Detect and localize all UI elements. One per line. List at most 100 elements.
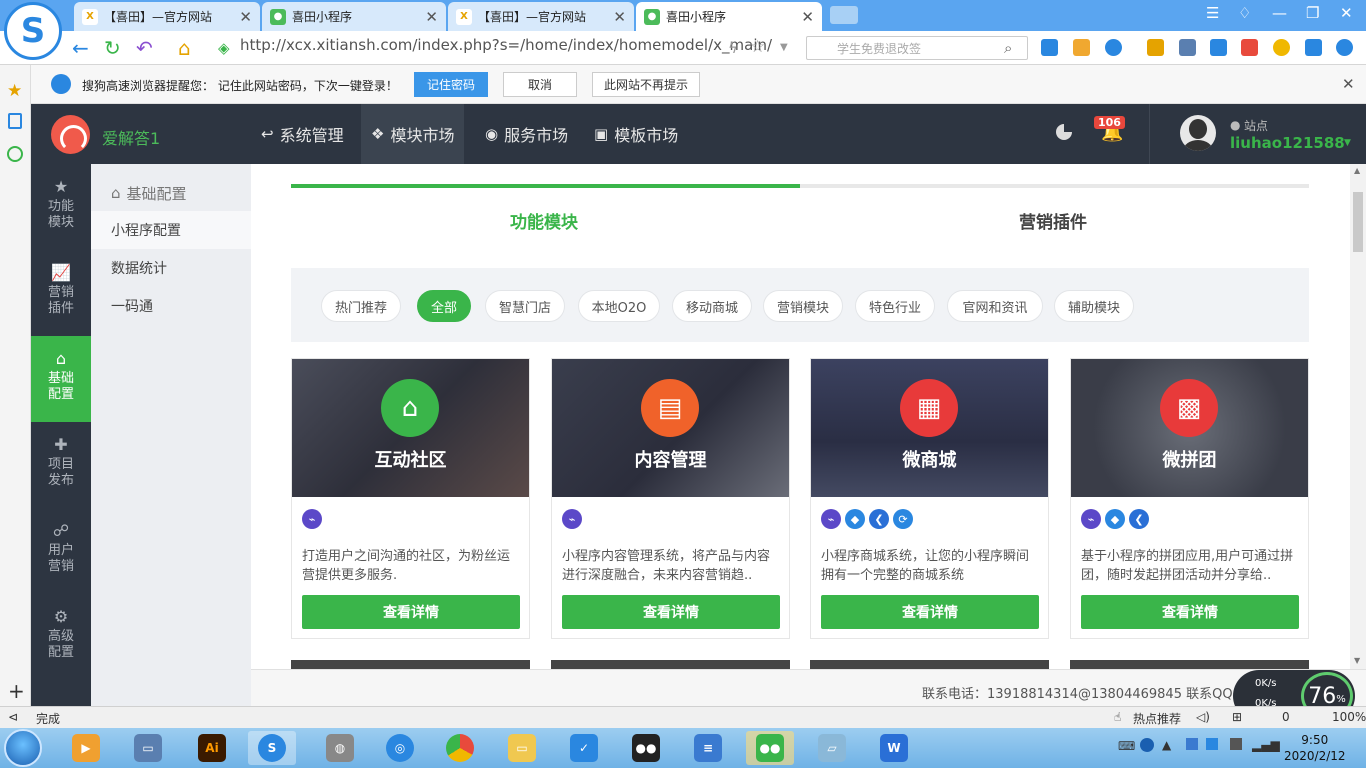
taskbar-app[interactable]: ◍	[316, 731, 364, 765]
taskbar-qq-browser[interactable]: ◎	[376, 731, 424, 765]
close-tab-icon[interactable]: ✕	[425, 8, 438, 26]
scroll-down-icon[interactable]: ▼	[1354, 656, 1360, 665]
home-icon[interactable]: ⌂	[178, 36, 191, 60]
search-input[interactable]: 学生免费退改签	[806, 36, 1028, 60]
filter-marketing[interactable]: 营销模块	[763, 290, 843, 322]
network-signal-icon[interactable]: ▂▄▆	[1252, 738, 1280, 752]
tray-app-icon[interactable]	[1186, 738, 1198, 750]
view-details-button[interactable]: 查看详情	[821, 595, 1039, 629]
back-icon[interactable]: ←	[72, 36, 89, 60]
download-icon[interactable]	[1305, 39, 1322, 56]
submenu-item-miniprogram-config[interactable]: 小程序配置	[91, 211, 251, 249]
taskbar-illustrator[interactable]: Ai	[188, 731, 236, 765]
tray-app-icon[interactable]	[1206, 738, 1218, 750]
browser-tab[interactable]: ● 喜田小程序 ✕	[262, 2, 446, 31]
taskbar-security[interactable]: ✓	[560, 731, 608, 765]
cancel-button[interactable]: 取消	[503, 72, 577, 97]
close-window-icon[interactable]: ✕	[1340, 4, 1353, 22]
leftnav-function-modules[interactable]: ★ 功能模块	[31, 164, 91, 250]
taskbar-video[interactable]: ●●	[622, 731, 670, 765]
tray-arrow-icon[interactable]: ▲	[1162, 738, 1171, 752]
weibo-icon[interactable]	[1241, 39, 1258, 56]
tab-marketing-plugins[interactable]: 营销插件	[1019, 208, 1087, 233]
browser-tab-active[interactable]: ● 喜田小程序 ✕	[636, 2, 822, 31]
filter-auxiliary[interactable]: 辅助模块	[1054, 290, 1134, 322]
panel-toggle-icon[interactable]: ⊲	[8, 710, 18, 724]
filter-hot[interactable]: 热门推荐	[321, 290, 401, 322]
hot-topics-link[interactable]: 热点推荐	[1133, 710, 1181, 727]
keyboard-icon[interactable]: ⌨	[1118, 739, 1135, 753]
taskbar-wechat[interactable]: ●●	[746, 731, 794, 765]
start-button[interactable]	[4, 729, 42, 767]
translate-icon[interactable]	[1041, 39, 1058, 56]
view-details-button[interactable]: 查看详情	[562, 595, 780, 629]
key-icon[interactable]	[1147, 39, 1164, 56]
skin-icon[interactable]: ♢	[1238, 4, 1251, 22]
filter-special-industry[interactable]: 特色行业	[855, 290, 935, 322]
leftnav-project-publish[interactable]: ✚ 项目发布	[31, 422, 91, 508]
topnav-template-market[interactable]: ▣ 模板市场	[584, 104, 688, 164]
undo-icon[interactable]: ↶	[136, 36, 153, 60]
tray-app-icon[interactable]	[1230, 738, 1242, 750]
submenu-item-statistics[interactable]: 数据统计	[91, 249, 251, 287]
view-details-button[interactable]: 查看详情	[302, 595, 520, 629]
browser-tab[interactable]: X 【喜田】—官方网站 ✕	[74, 2, 260, 31]
pie-chart-icon[interactable]	[1056, 124, 1072, 140]
leftnav-advanced-config[interactable]: ⚙ 高级配置	[31, 594, 91, 680]
never-prompt-button[interactable]: 此网站不再提示	[592, 72, 700, 97]
tab-function-modules[interactable]: 功能模块	[510, 208, 578, 233]
emoji-icon[interactable]	[1273, 39, 1290, 56]
taskbar-explorer[interactable]: ▭	[498, 731, 546, 765]
system-clock[interactable]: 9:50 2020/2/12	[1284, 732, 1346, 764]
history-clock-icon[interactable]	[7, 146, 23, 162]
power-icon[interactable]	[1336, 39, 1353, 56]
leftnav-basic-config[interactable]: ⌂ 基础配置	[31, 336, 91, 422]
filter-all[interactable]: 全部	[417, 290, 471, 322]
filter-website-news[interactable]: 官网和资讯	[947, 290, 1043, 322]
download-tray-icon[interactable]: ⊞	[1232, 710, 1242, 724]
lightning-icon[interactable]: ϟ	[728, 39, 738, 57]
new-tab-button[interactable]	[830, 6, 858, 24]
leftnav-user-marketing[interactable]: ☍ 用户营销	[31, 508, 91, 594]
filter-smart-store[interactable]: 智慧门店	[485, 290, 565, 322]
close-tab-icon[interactable]: ✕	[239, 8, 252, 26]
help-icon[interactable]	[1140, 738, 1154, 752]
notes-icon[interactable]	[8, 113, 22, 129]
taskbar-chrome[interactable]	[436, 731, 484, 765]
url-field[interactable]: http://xcx.xitiansh.com/index.php?s=/hom…	[240, 36, 772, 54]
view-details-button[interactable]: 查看详情	[1081, 595, 1299, 629]
content-scrollbar[interactable]: ▲ ▼	[1350, 164, 1366, 669]
scroll-thumb[interactable]	[1353, 192, 1363, 252]
taskbar-wps[interactable]: W	[870, 731, 918, 765]
minimize-icon[interactable]: —	[1272, 4, 1287, 22]
refresh-icon[interactable]: ↻	[104, 36, 121, 60]
taskbar-news[interactable]: ≡	[684, 731, 732, 765]
zoom-level[interactable]: 100%	[1332, 710, 1366, 724]
reader-icon[interactable]	[1210, 39, 1227, 56]
topnav-service-market[interactable]: ◉ 服务市场	[475, 104, 578, 164]
screenshot-icon[interactable]	[1105, 39, 1122, 56]
taskbar-media-player[interactable]: ▶	[62, 731, 110, 765]
dropdown-icon[interactable]: ▼	[780, 42, 788, 53]
wrench-icon[interactable]	[1179, 39, 1196, 56]
browser-tab[interactable]: X 【喜田】—官方网站 ✕	[448, 2, 634, 31]
collect-icon[interactable]	[1073, 39, 1090, 56]
search-icon[interactable]: ⌕	[1004, 39, 1012, 57]
taskbar-notes[interactable]: ▱	[808, 731, 856, 765]
scroll-up-icon[interactable]: ▲	[1354, 166, 1360, 175]
leftnav-marketing-plugins[interactable]: 📈 营销插件	[31, 250, 91, 336]
submenu-item-one-code[interactable]: 一码通	[91, 287, 251, 325]
close-bar-icon[interactable]: ✕	[1342, 75, 1355, 93]
topnav-module-market[interactable]: ❖ 模块市场	[361, 104, 465, 164]
restore-icon[interactable]: ❐	[1306, 4, 1319, 22]
taskbar-sogou-browser[interactable]: S	[248, 731, 296, 765]
close-tab-icon[interactable]: ✕	[801, 8, 814, 26]
user-menu[interactable]: ● 站点 liuhao121588 ▼	[1149, 104, 1366, 164]
filter-local-o2o[interactable]: 本地O2O	[578, 290, 660, 322]
add-sidebar-icon[interactable]: +	[8, 679, 25, 703]
menu-icon[interactable]: ☰	[1206, 4, 1219, 22]
topnav-system[interactable]: ↩ 系统管理	[251, 104, 354, 164]
remember-password-button[interactable]: 记住密码	[414, 72, 488, 97]
volume-icon[interactable]: ◁)	[1196, 710, 1210, 724]
star-icon[interactable]: ☆	[750, 37, 765, 57]
